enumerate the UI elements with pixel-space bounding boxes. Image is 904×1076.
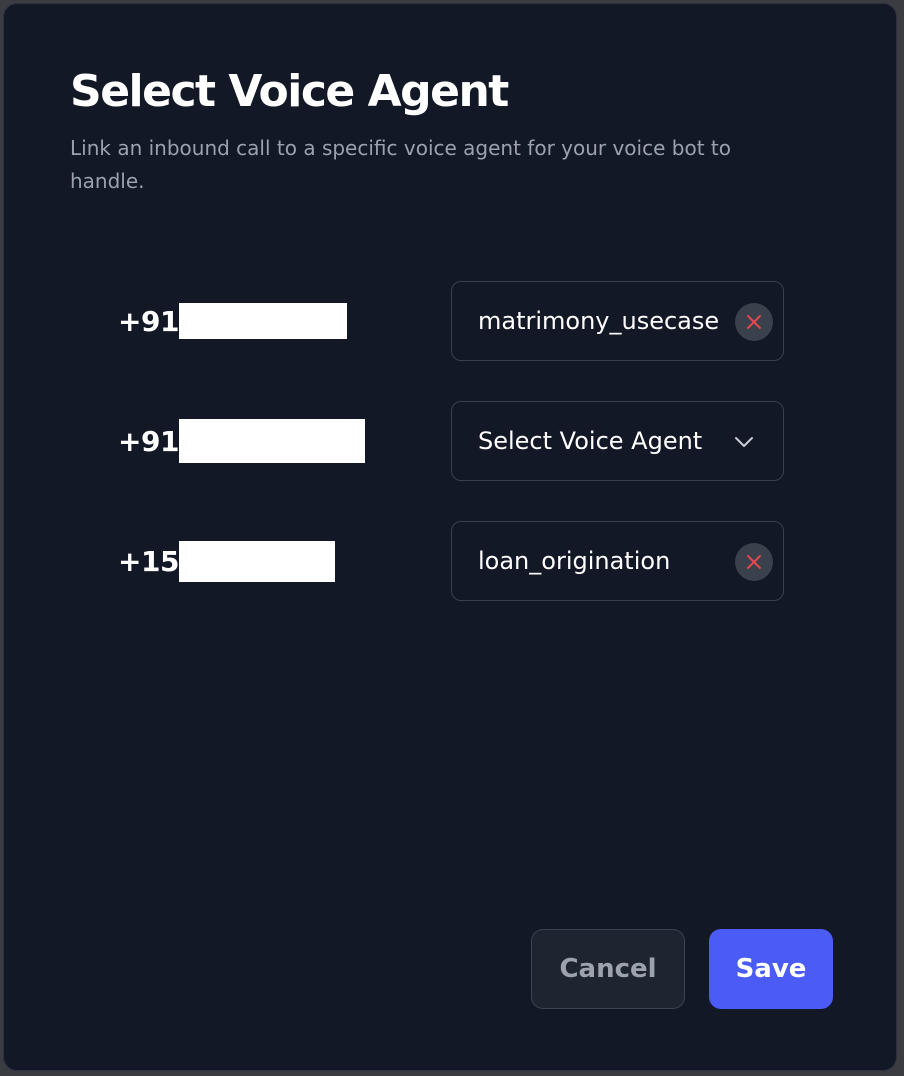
redacted-phone-digits [178,419,365,463]
cancel-button[interactable]: Cancel [531,929,685,1009]
phone-agent-row: +15 loan_origination [4,521,896,601]
save-button[interactable]: Save [709,929,833,1009]
phone-prefix: +91 [118,304,179,338]
clear-agent-button[interactable] [735,303,773,341]
phone-prefix: +15 [118,544,179,578]
redacted-phone-digits [178,303,347,339]
dropdown-toggle[interactable] [733,431,755,453]
select-voice-agent-dialog: Select Voice Agent Link an inbound call … [3,3,897,1071]
close-icon [747,555,761,569]
chevron-down-icon [735,437,753,447]
phone-number: +91 [118,301,347,341]
redacted-phone-digits [178,540,335,582]
dialog-subtitle: Link an inbound call to a specific voice… [70,136,731,193]
phone-agent-row: +91 Select Voice Agent [4,401,896,481]
voice-agent-select[interactable]: matrimony_usecase [451,281,784,361]
phone-number: +91 [118,419,365,463]
phone-agent-row: +91 matrimony_usecase [4,281,896,361]
close-icon [747,315,761,329]
phone-prefix: +91 [118,424,179,458]
voice-agent-select[interactable]: Select Voice Agent [451,401,784,481]
phone-number: +15 [118,540,335,582]
selected-agent-value: loan_origination [478,547,671,575]
agent-select-placeholder: Select Voice Agent [478,427,703,455]
voice-agent-select[interactable]: loan_origination [451,521,784,601]
selected-agent-value: matrimony_usecase [478,307,720,335]
dialog-title: Select Voice Agent [70,66,509,117]
clear-agent-button[interactable] [735,543,773,581]
